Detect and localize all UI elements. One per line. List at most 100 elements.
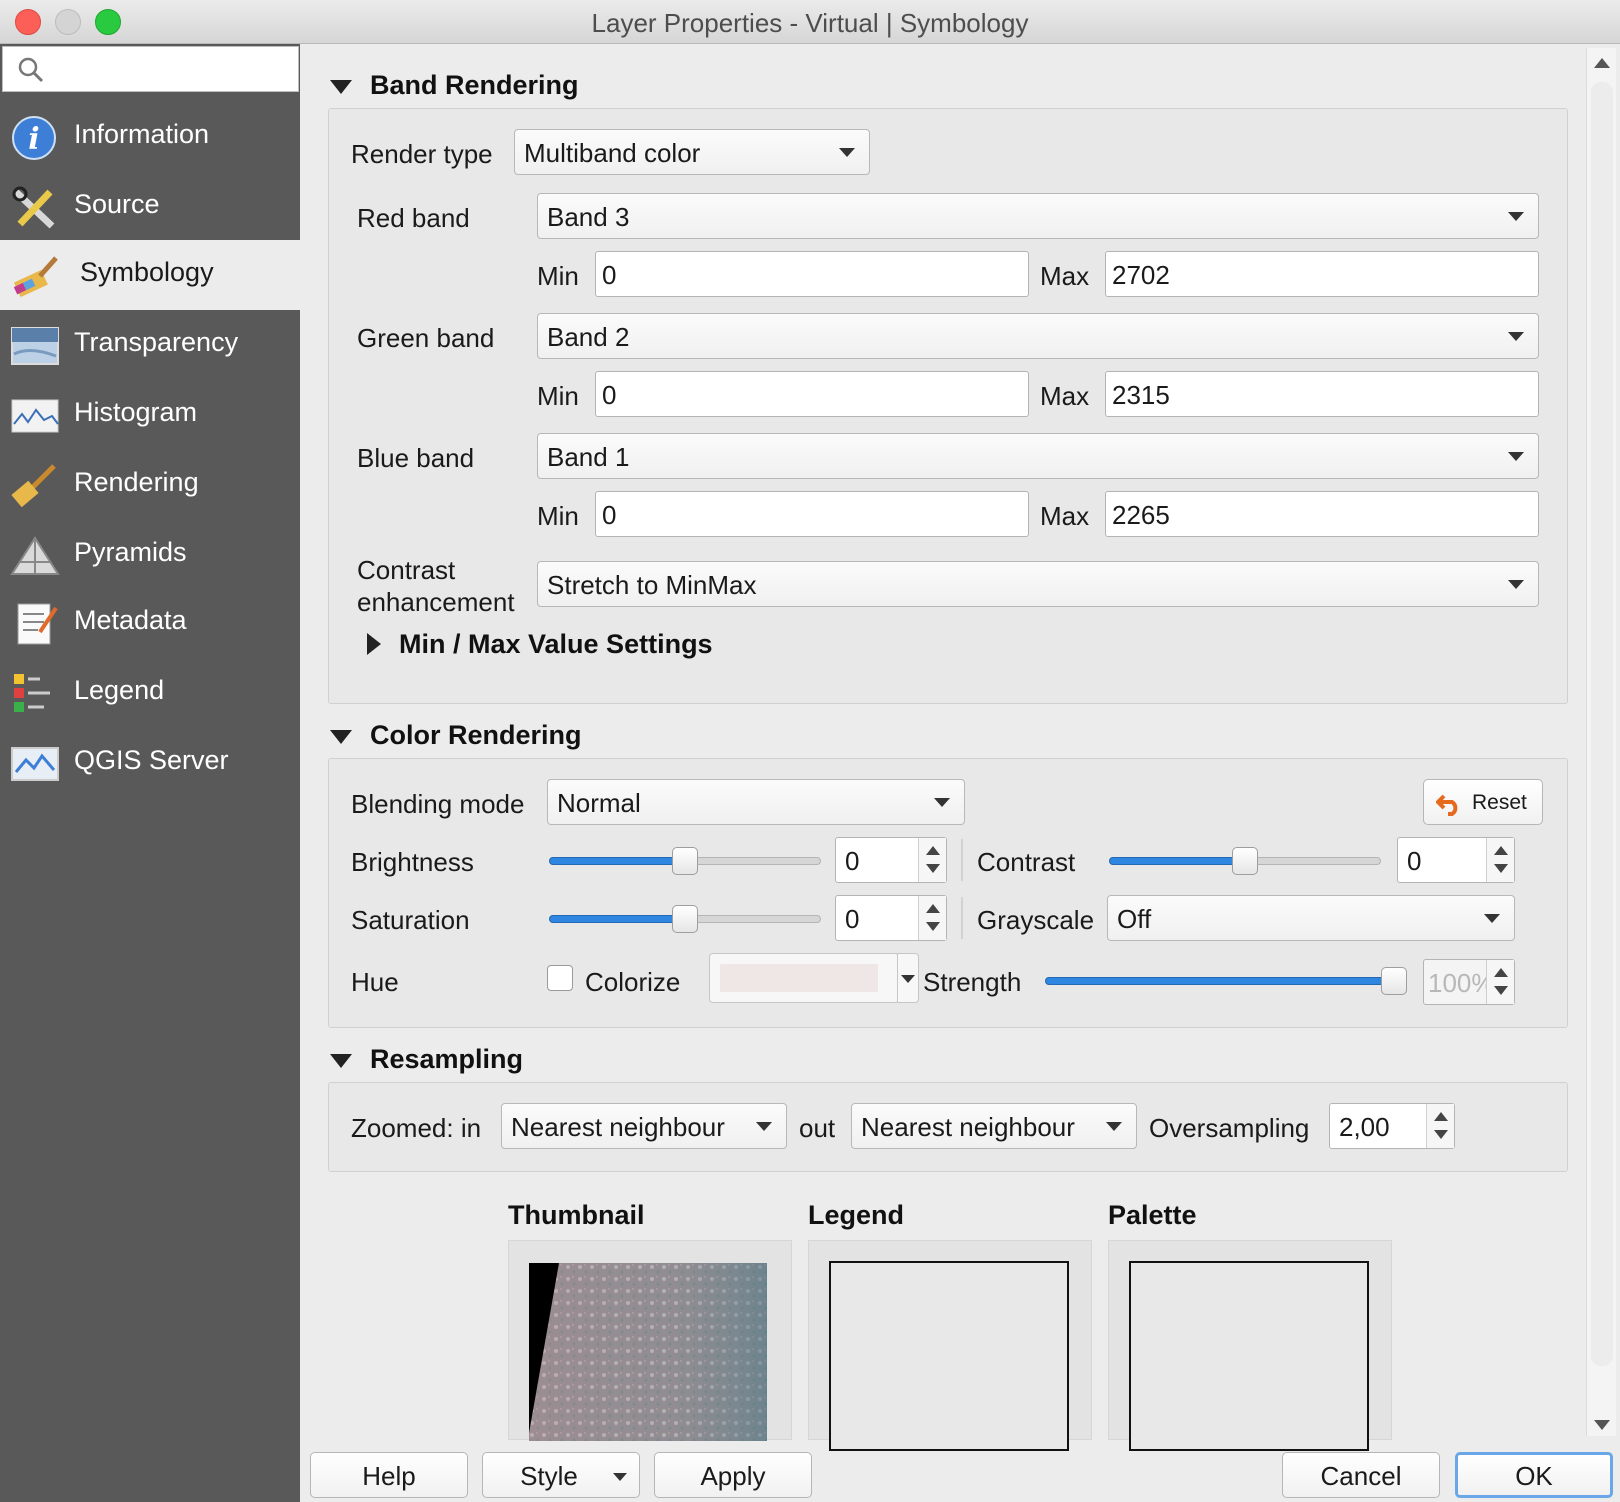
help-button[interactable]: Help: [310, 1452, 468, 1498]
collapse-resampling-icon[interactable]: [330, 1054, 352, 1068]
oversampling-spinbox[interactable]: 2,00: [1329, 1103, 1455, 1149]
style-button[interactable]: Style: [482, 1452, 640, 1498]
sidebar-item-label: Legend: [74, 675, 165, 705]
red-min-input[interactable]: 0: [595, 251, 1029, 297]
sidebar-item-qgis-server[interactable]: QGIS Server: [0, 728, 300, 798]
sidebar-item-label: Rendering: [74, 467, 199, 497]
contrast-spinbox[interactable]: 0: [1397, 837, 1515, 883]
colorize-color-button[interactable]: [709, 953, 899, 1003]
search-input[interactable]: [2, 46, 299, 92]
sidebar-item-rendering[interactable]: Rendering: [0, 450, 300, 520]
resampling-panel: Zoomed: in Nearest neighbour out Nearest…: [328, 1082, 1568, 1172]
sidebar-item-label: Source: [74, 189, 160, 219]
blue-max-input[interactable]: 2265: [1105, 491, 1539, 537]
brightness-spinbox[interactable]: 0: [835, 837, 947, 883]
contrast-enhancement-label-1: Contrast: [357, 555, 456, 585]
source-tools-icon: [12, 186, 55, 229]
spin-up-icon[interactable]: [1494, 846, 1508, 855]
collapse-band-rendering-icon[interactable]: [330, 80, 352, 94]
chevron-down-icon: [1508, 580, 1524, 589]
undo-icon: [1436, 794, 1458, 816]
ok-button[interactable]: OK: [1455, 1452, 1613, 1498]
slider-handle[interactable]: [1381, 967, 1407, 995]
slider-handle[interactable]: [672, 905, 698, 933]
spin-up-icon[interactable]: [926, 846, 940, 855]
blending-mode-select[interactable]: Normal: [547, 779, 965, 825]
spin-down-icon[interactable]: [926, 864, 940, 873]
scroll-down-icon[interactable]: [1594, 1420, 1610, 1430]
blue-min-label: Min: [537, 501, 579, 531]
window-title: Layer Properties - Virtual | Symbology: [591, 8, 1029, 38]
grayscale-select[interactable]: Off: [1107, 895, 1515, 941]
brightness-slider[interactable]: [549, 845, 821, 875]
contrast-slider[interactable]: [1109, 845, 1381, 875]
green-min-label: Min: [537, 381, 579, 411]
minmax-settings-title[interactable]: Min / Max Value Settings: [399, 629, 713, 660]
zoomed-out-select[interactable]: Nearest neighbour: [851, 1103, 1137, 1149]
spin-down-icon[interactable]: [1494, 986, 1508, 995]
contrast-enhancement-select[interactable]: Stretch to MinMax: [537, 561, 1539, 607]
blue-min-input[interactable]: 0: [595, 491, 1029, 537]
spin-up-icon[interactable]: [926, 904, 940, 913]
chevron-down-icon: [934, 798, 950, 807]
cancel-button[interactable]: Cancel: [1282, 1452, 1440, 1498]
sidebar-item-symbology[interactable]: Symbology: [0, 240, 300, 310]
sidebar-item-pyramids[interactable]: Pyramids: [0, 520, 300, 590]
contrast-enhancement-label-2: enhancement: [357, 587, 515, 617]
grayscale-label: Grayscale: [977, 905, 1095, 935]
collapse-color-rendering-icon[interactable]: [330, 730, 352, 744]
colorize-checkbox[interactable]: [547, 965, 573, 991]
sidebar-item-histogram[interactable]: Histogram: [0, 380, 300, 450]
sidebar-item-legend[interactable]: Legend: [0, 658, 300, 728]
red-max-label: Max: [1040, 261, 1090, 291]
spin-down-icon[interactable]: [1434, 1130, 1448, 1139]
red-max-input[interactable]: 2702: [1105, 251, 1539, 297]
hue-label: Hue: [351, 967, 399, 997]
sidebar-item-metadata[interactable]: Metadata: [0, 588, 300, 658]
render-type-select[interactable]: Multiband color: [514, 129, 870, 175]
divider: [961, 897, 963, 939]
green-min-input[interactable]: 0: [595, 371, 1029, 417]
scrollbar-thumb[interactable]: [1591, 82, 1613, 1366]
palette-title: Palette: [1108, 1200, 1197, 1230]
spin-down-icon[interactable]: [926, 922, 940, 931]
strength-slider[interactable]: [1045, 965, 1407, 995]
thumbnail-title: Thumbnail: [508, 1200, 645, 1230]
histogram-icon: [11, 399, 59, 433]
info-icon: i: [12, 116, 56, 160]
color-menu-button[interactable]: [897, 953, 919, 1003]
saturation-spinbox[interactable]: 0: [835, 895, 947, 941]
strength-spinbox[interactable]: 100%: [1423, 959, 1515, 1005]
blue-band-label: Blue band: [357, 443, 475, 473]
saturation-slider[interactable]: [549, 903, 821, 933]
blending-mode-label: Blending mode: [351, 789, 525, 819]
green-max-input[interactable]: 2315: [1105, 371, 1539, 417]
qgis-server-icon: [11, 747, 59, 781]
chevron-down-icon: [613, 1473, 627, 1481]
sidebar: i Information Source Symbology Transpare…: [0, 44, 300, 1502]
search-icon: [18, 57, 44, 83]
sidebar-item-label: Metadata: [74, 605, 187, 635]
spin-up-icon[interactable]: [1494, 968, 1508, 977]
blue-max-label: Max: [1040, 501, 1090, 531]
sidebar-item-information[interactable]: i Information: [0, 102, 300, 172]
scroll-up-icon[interactable]: [1594, 58, 1610, 68]
sidebar-item-source[interactable]: Source: [0, 172, 300, 242]
apply-button[interactable]: Apply: [654, 1452, 812, 1498]
band-rendering-title: Band Rendering: [370, 70, 579, 100]
contrast-label: Contrast: [977, 847, 1076, 877]
spin-down-icon[interactable]: [1494, 864, 1508, 873]
green-max-label: Max: [1040, 381, 1090, 411]
slider-handle[interactable]: [672, 847, 698, 875]
reset-button[interactable]: Reset: [1423, 779, 1543, 825]
green-band-select[interactable]: Band 2: [537, 313, 1539, 359]
slider-handle[interactable]: [1232, 847, 1258, 875]
red-band-select[interactable]: Band 3: [537, 193, 1539, 239]
zoomed-in-select[interactable]: Nearest neighbour: [501, 1103, 787, 1149]
spin-up-icon[interactable]: [1434, 1112, 1448, 1121]
blue-band-select[interactable]: Band 1: [537, 433, 1539, 479]
sidebar-item-transparency[interactable]: Transparency: [0, 310, 300, 380]
expand-minmax-icon[interactable]: [367, 633, 381, 655]
vertical-scrollbar[interactable]: [1586, 48, 1616, 1436]
chevron-down-icon: [1508, 212, 1524, 221]
